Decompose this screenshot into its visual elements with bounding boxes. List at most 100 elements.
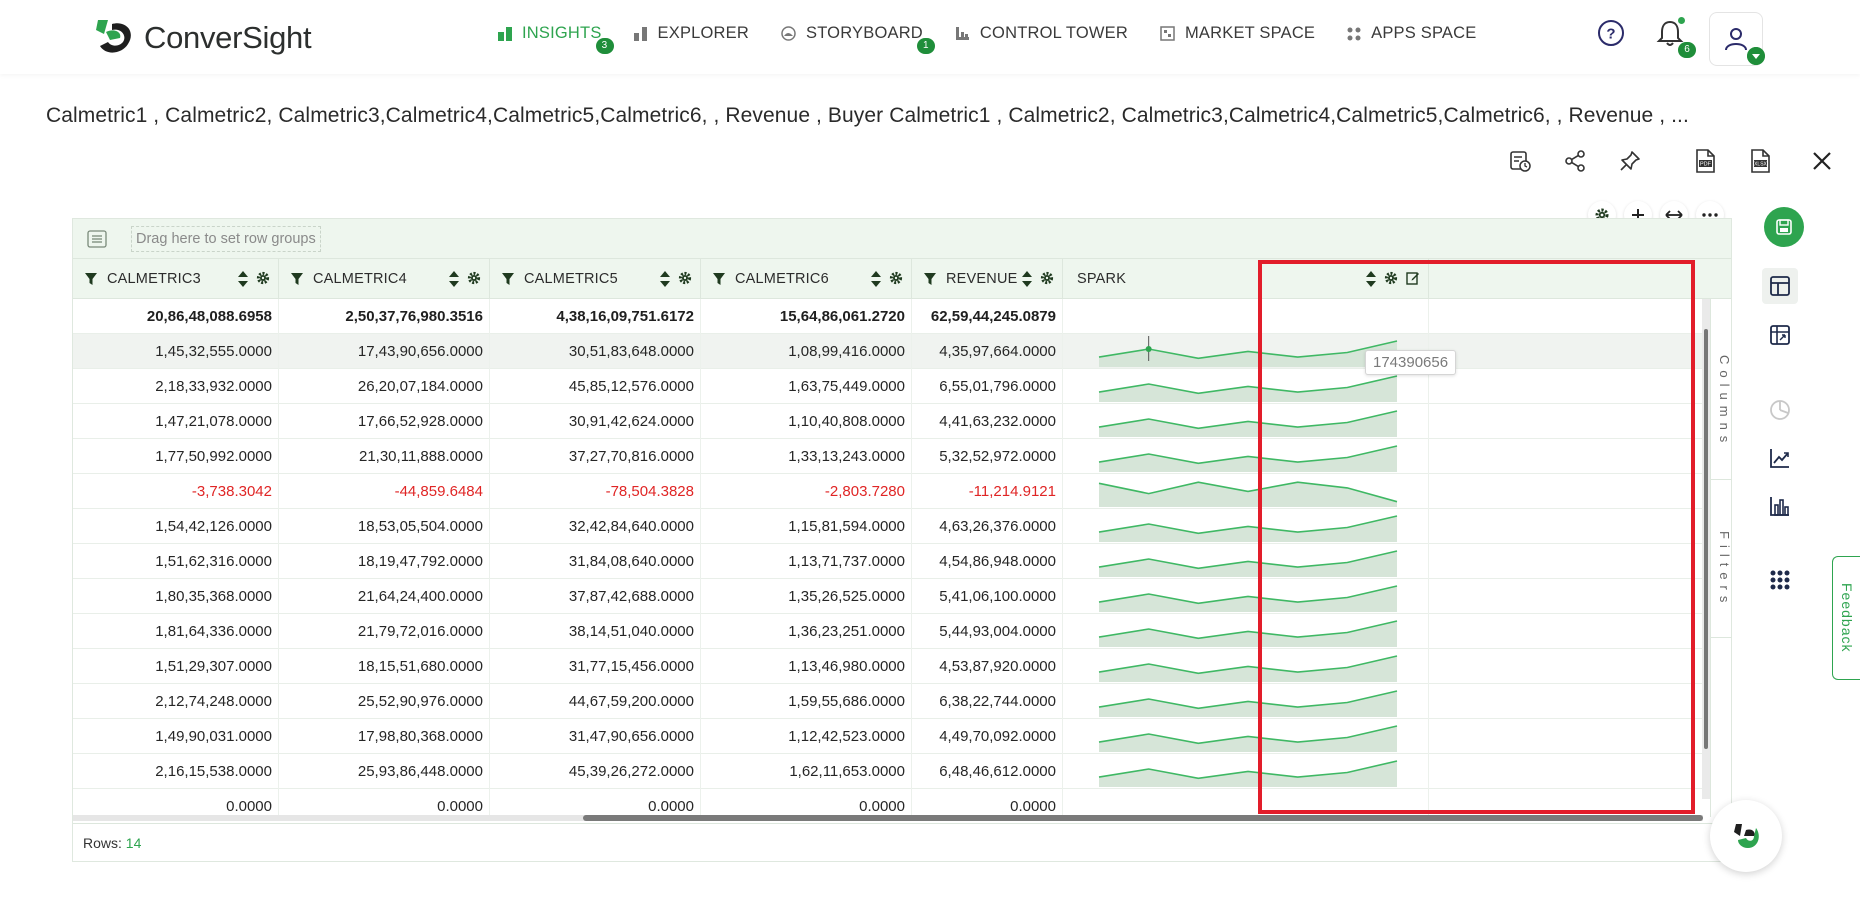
cell-calmetric3[interactable]: 2,18,33,932.0000: [73, 369, 279, 404]
filter-icon[interactable]: [924, 273, 936, 285]
cell-calmetric6[interactable]: 1,62,11,653.0000: [701, 754, 912, 789]
export-xlsx-button[interactable]: XLSX: [1745, 146, 1775, 176]
cell-calmetric3[interactable]: 1,77,50,992.0000: [73, 439, 279, 474]
cell-calmetric5[interactable]: -78,504.3828: [490, 474, 701, 509]
cell-revenue[interactable]: 5,44,93,004.0000: [912, 614, 1063, 649]
vertical-scroll-thumb[interactable]: [1704, 329, 1708, 749]
cell-calmetric3[interactable]: 1,47,21,078.0000: [73, 404, 279, 439]
cell-calmetric6[interactable]: 1,59,55,686.0000: [701, 684, 912, 719]
cell-calmetric4[interactable]: -44,859.6484: [279, 474, 490, 509]
table-row[interactable]: 1,80,35,368.0000 21,64,24,400.0000 37,87,4…: [73, 579, 1731, 614]
cell-calmetric4[interactable]: 18,19,47,792.0000: [279, 544, 490, 579]
table-row[interactable]: 1,81,64,336.0000 21,79,72,016.0000 38,14,5…: [73, 614, 1731, 649]
table-row[interactable]: 1,51,62,316.0000 18,19,47,792.0000 31,84,0…: [73, 544, 1731, 579]
sort-icon[interactable]: [238, 271, 248, 287]
cell-revenue[interactable]: 6,38,22,744.0000: [912, 684, 1063, 719]
cell-calmetric5[interactable]: 37,27,70,816.0000: [490, 439, 701, 474]
cell-calmetric5[interactable]: 0.0000: [490, 789, 701, 817]
bar-chart-button[interactable]: [1762, 488, 1798, 524]
cell-calmetric5[interactable]: 44,67,59,200.0000: [490, 684, 701, 719]
cell-revenue[interactable]: 4,53,87,920.0000: [912, 649, 1063, 684]
close-button[interactable]: [1807, 146, 1837, 176]
column-header-calmetric6[interactable]: CALMETRIC6: [701, 259, 912, 299]
column-settings-icon[interactable]: [889, 271, 903, 285]
cell-calmetric4[interactable]: 17,43,90,656.0000: [279, 334, 490, 369]
cell-calmetric6[interactable]: 1,13,71,737.0000: [701, 544, 912, 579]
cell-revenue[interactable]: 4,41,63,232.0000: [912, 404, 1063, 439]
cell-spark[interactable]: [1063, 649, 1429, 684]
cell-calmetric5[interactable]: 37,87,42,688.0000: [490, 579, 701, 614]
cell-revenue[interactable]: 6,55,01,796.0000: [912, 369, 1063, 404]
cell-spark[interactable]: [1063, 439, 1429, 474]
cell-calmetric5[interactable]: 30,51,83,648.0000: [490, 334, 701, 369]
share-button[interactable]: [1560, 146, 1590, 176]
cell-calmetric3[interactable]: 1,54,42,126.0000: [73, 509, 279, 544]
cell-spark[interactable]: [1063, 509, 1429, 544]
filter-icon[interactable]: [85, 273, 97, 285]
column-settings-icon[interactable]: [256, 271, 270, 285]
edit-icon[interactable]: [1406, 271, 1420, 285]
cell-calmetric6[interactable]: 1,33,13,243.0000: [701, 439, 912, 474]
cell-calmetric5[interactable]: 30,91,42,624.0000: [490, 404, 701, 439]
table-row[interactable]: 1,51,29,307.0000 18,15,51,680.0000 31,77,1…: [73, 649, 1731, 684]
cell-calmetric4[interactable]: 25,93,86,448.0000: [279, 754, 490, 789]
cell-calmetric3[interactable]: 2,16,15,538.0000: [73, 754, 279, 789]
cell-spark[interactable]: [1063, 474, 1429, 509]
filter-icon[interactable]: [502, 273, 514, 285]
sort-icon[interactable]: [1366, 271, 1376, 287]
cell-calmetric3[interactable]: 1,45,32,555.0000: [73, 334, 279, 369]
cell-calmetric3[interactable]: 1,51,62,316.0000: [73, 544, 279, 579]
table-row[interactable]: 0.0000 0.0000 0.0000 0.0000 0.0000: [73, 789, 1731, 817]
nav-control-tower[interactable]: CONTROL TOWER: [955, 24, 1128, 43]
user-menu-caret-icon[interactable]: [1747, 47, 1765, 65]
cell-calmetric5[interactable]: 32,42,84,640.0000: [490, 509, 701, 544]
sort-icon[interactable]: [660, 271, 670, 287]
sort-icon[interactable]: [871, 271, 881, 287]
column-settings-icon[interactable]: [1384, 271, 1398, 285]
column-header-calmetric5[interactable]: CALMETRIC5: [490, 259, 701, 299]
cell-calmetric5[interactable]: 31,84,08,640.0000: [490, 544, 701, 579]
cell-revenue[interactable]: 4,35,97,664.0000: [912, 334, 1063, 369]
cell-revenue[interactable]: 4,49,70,092.0000: [912, 719, 1063, 754]
cell-revenue[interactable]: 4,63,26,376.0000: [912, 509, 1063, 544]
cell-calmetric4[interactable]: 21,79,72,016.0000: [279, 614, 490, 649]
cell-calmetric4[interactable]: 21,64,24,400.0000: [279, 579, 490, 614]
nav-market-space[interactable]: MARKET SPACE: [1160, 24, 1315, 43]
cell-revenue[interactable]: 5,41,06,100.0000: [912, 579, 1063, 614]
sort-icon[interactable]: [449, 271, 459, 287]
cell-calmetric5[interactable]: 45,39,26,272.0000: [490, 754, 701, 789]
cell-calmetric3[interactable]: 0.0000: [73, 789, 279, 817]
table-row[interactable]: -3,738.3042 -44,859.6484 -78,504.3828 -2,80…: [73, 474, 1731, 509]
sort-icon[interactable]: [1022, 271, 1032, 287]
cell-calmetric4[interactable]: 21,30,11,888.0000: [279, 439, 490, 474]
nav-apps-space[interactable]: APPS SPACE: [1347, 24, 1476, 43]
table-row[interactable]: 2,12,74,248.0000 25,52,90,976.0000 44,67,5…: [73, 684, 1731, 719]
cell-calmetric5[interactable]: 38,14,51,040.0000: [490, 614, 701, 649]
nav-explorer[interactable]: EXPLORER: [633, 24, 749, 43]
nav-insights[interactable]: INSIGHTS 3: [498, 24, 614, 54]
conversight-logo[interactable]: ConverSight: [92, 16, 312, 60]
cell-calmetric3[interactable]: 1,51,29,307.0000: [73, 649, 279, 684]
cell-calmetric4[interactable]: 0.0000: [279, 789, 490, 817]
cell-calmetric5[interactable]: 4,38,16,09,751.6172: [490, 299, 701, 334]
cell-calmetric3[interactable]: 1,81,64,336.0000: [73, 614, 279, 649]
cell-calmetric6[interactable]: 1,08,99,416.0000: [701, 334, 912, 369]
vertical-scrollbar[interactable]: [1702, 299, 1710, 799]
cell-spark[interactable]: [1063, 754, 1429, 789]
cell-calmetric5[interactable]: 45,85,12,576.0000: [490, 369, 701, 404]
line-chart-button[interactable]: [1762, 440, 1798, 476]
column-header-revenue[interactable]: REVENUE: [912, 259, 1063, 299]
assistant-bot-button[interactable]: [1710, 800, 1782, 872]
filters-tab[interactable]: Filters: [1711, 505, 1732, 635]
cell-calmetric4[interactable]: 26,20,07,184.0000: [279, 369, 490, 404]
filter-icon[interactable]: [713, 273, 725, 285]
cell-revenue[interactable]: 0.0000: [912, 789, 1063, 817]
cell-calmetric6[interactable]: 15,64,86,061.2720: [701, 299, 912, 334]
cell-calmetric3[interactable]: -3,738.3042: [73, 474, 279, 509]
table-row[interactable]: 1,77,50,992.0000 21,30,11,888.0000 37,27,7…: [73, 439, 1731, 474]
cell-spark[interactable]: [1063, 299, 1429, 334]
cell-calmetric4[interactable]: 2,50,37,76,980.3516: [279, 299, 490, 334]
cell-calmetric6[interactable]: 1,13,46,980.0000: [701, 649, 912, 684]
cell-calmetric6[interactable]: 1,12,42,523.0000: [701, 719, 912, 754]
cell-calmetric6[interactable]: 1,10,40,808.0000: [701, 404, 912, 439]
